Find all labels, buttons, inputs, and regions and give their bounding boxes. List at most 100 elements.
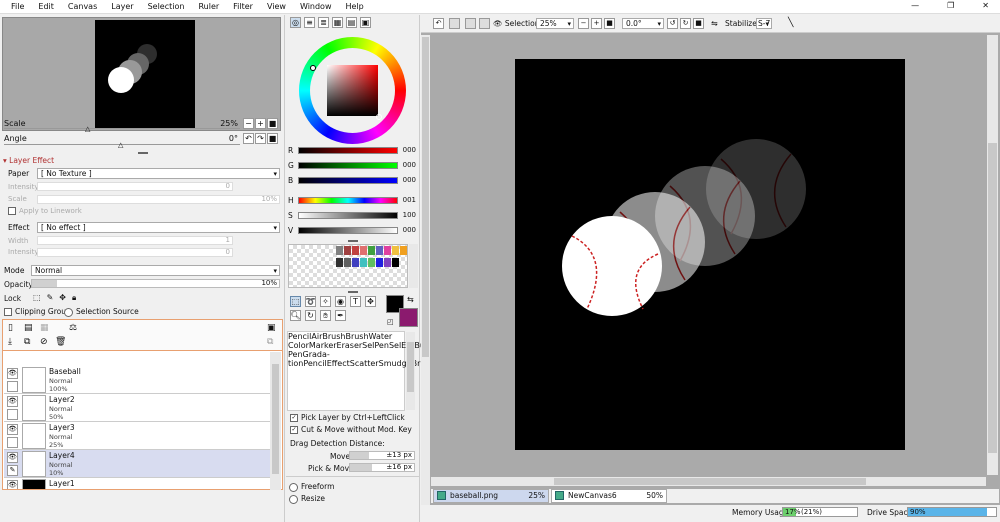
stabilizer-select[interactable]: S-7 bbox=[756, 18, 772, 29]
zoom-out-icon[interactable]: − bbox=[578, 18, 589, 29]
color-swatch[interactable] bbox=[392, 246, 399, 255]
pick-move-slider[interactable]: ±16 px bbox=[349, 463, 415, 472]
width-slider[interactable]: 1 bbox=[37, 236, 233, 245]
layer-row[interactable]: 👁︎ Baseball Normal 100% bbox=[4, 366, 272, 394]
lock-transparency-icon[interactable]: ⬚ bbox=[33, 293, 41, 303]
menu-help[interactable]: Help bbox=[346, 2, 364, 11]
layer-options-icon[interactable]: ⧉ bbox=[267, 337, 273, 347]
layer-list-scrollbar[interactable] bbox=[270, 352, 281, 490]
tool-brush[interactable]: Brush bbox=[345, 332, 368, 341]
color-slider-track[interactable] bbox=[298, 196, 398, 204]
lock-paint-icon[interactable]: ✎ bbox=[47, 293, 54, 303]
layer-lock-toggle[interactable] bbox=[7, 437, 18, 448]
rotate-ccw-icon[interactable]: ↺ bbox=[667, 18, 678, 29]
menu-view[interactable]: View bbox=[267, 2, 286, 11]
layer-row[interactable]: 👁︎ ✎ Layer4 Normal 10% bbox=[4, 450, 272, 478]
hue-ring[interactable] bbox=[299, 37, 406, 144]
freeform-radio[interactable] bbox=[289, 482, 298, 492]
color-slider-track[interactable] bbox=[298, 226, 398, 234]
move-tool-icon[interactable]: ✥ bbox=[365, 296, 376, 307]
color-slider-track[interactable] bbox=[298, 161, 398, 169]
secondary-color-swatch[interactable] bbox=[399, 308, 418, 327]
text-tool-icon[interactable]: T bbox=[350, 296, 361, 307]
layer-row[interactable]: 👁︎ Layer2 Normal 50% bbox=[4, 394, 272, 422]
layer-mask-icon[interactable]: ⚖ bbox=[69, 323, 77, 333]
color-swatch[interactable] bbox=[400, 246, 407, 255]
swatch-tab-icon[interactable]: ▦ bbox=[332, 17, 343, 28]
close-icon[interactable]: ✕ bbox=[982, 1, 989, 10]
color-swatch[interactable] bbox=[352, 246, 359, 255]
color-swatch[interactable] bbox=[352, 257, 359, 267]
layer-lock-toggle[interactable] bbox=[7, 381, 18, 392]
color-slider-g[interactable]: G 000 bbox=[288, 160, 416, 170]
scratchpad-scrollbar[interactable] bbox=[409, 244, 418, 288]
zoom-in-icon[interactable]: + bbox=[591, 18, 602, 29]
cut-move-checkbox[interactable]: ✓ bbox=[290, 426, 298, 434]
apply-linework-option[interactable]: Apply to Linework bbox=[8, 207, 82, 215]
effect-select[interactable]: [ No effect ] bbox=[37, 222, 280, 233]
layer-lock-toggle[interactable] bbox=[7, 409, 18, 420]
clipping-group-checkbox[interactable] bbox=[4, 308, 12, 316]
visibility-eye-icon[interactable]: 👁︎ bbox=[7, 368, 18, 379]
zoom-fit-icon[interactable]: ■ bbox=[604, 18, 615, 29]
minimize-icon[interactable]: — bbox=[911, 1, 919, 10]
eyedropper-icon[interactable]: ✒ bbox=[335, 310, 346, 321]
color-slider-track[interactable] bbox=[298, 176, 398, 184]
lock-move-icon[interactable]: ✥ bbox=[59, 293, 66, 303]
line-tool-icon[interactable]: ╲ bbox=[788, 18, 793, 28]
color-slider-track[interactable] bbox=[298, 146, 398, 154]
color-swatch[interactable] bbox=[368, 246, 375, 255]
color-slider-v[interactable]: V 000 bbox=[288, 225, 416, 235]
pick-layer-checkbox[interactable]: ✓ bbox=[290, 414, 298, 422]
color-swatch[interactable] bbox=[336, 257, 343, 267]
horizontal-scroll-thumb[interactable] bbox=[554, 478, 866, 485]
deselect-icon[interactable] bbox=[465, 18, 476, 29]
color-swatch[interactable] bbox=[360, 246, 367, 255]
angle-select[interactable]: 0.0° bbox=[622, 18, 664, 29]
color-swatch[interactable] bbox=[392, 257, 399, 267]
panel-menu-icon[interactable]: ▣ bbox=[267, 323, 276, 333]
sv-picker-marker[interactable] bbox=[376, 114, 382, 120]
tool-airbrush[interactable]: AirBrush bbox=[311, 332, 345, 341]
freeform-option[interactable]: Freeform bbox=[289, 482, 334, 492]
rotate-reset-button[interactable]: ■ bbox=[267, 132, 278, 144]
layer-row[interactable]: 👁︎ Layer3 Normal 25% bbox=[4, 422, 272, 450]
rotate-right-button[interactable]: ↷ bbox=[255, 132, 266, 144]
blend-mode-select[interactable]: Normal bbox=[31, 265, 280, 276]
layer-list-scroll-thumb[interactable] bbox=[272, 364, 279, 474]
sv-square[interactable] bbox=[327, 65, 378, 116]
rotate-left-button[interactable]: ↶ bbox=[243, 132, 254, 144]
pick-layer-option[interactable]: ✓ Pick Layer by Ctrl+LeftClick bbox=[290, 413, 405, 422]
magic-wand-icon[interactable]: ✧ bbox=[320, 296, 331, 307]
clipping-group-option[interactable]: Clipping Group bbox=[4, 307, 71, 316]
copy-layer-icon[interactable]: ▦ bbox=[40, 323, 49, 333]
intensity2-slider[interactable]: 0 bbox=[37, 248, 233, 257]
opacity-slider[interactable]: 10% bbox=[31, 279, 280, 288]
swap-colors-icon[interactable]: ⇆ bbox=[407, 295, 414, 304]
merge-down-icon[interactable]: ⧉ bbox=[24, 337, 30, 347]
color-swatch[interactable] bbox=[376, 257, 383, 267]
new-layer-icon[interactable]: ▯ bbox=[8, 323, 13, 333]
intensity-slider[interactable]: 0 bbox=[37, 182, 233, 191]
scale-slider[interactable] bbox=[4, 128, 240, 129]
lock-all-icon[interactable]: 🔒︎ bbox=[72, 293, 76, 303]
layer-effect-header[interactable]: ▾ Layer Effect bbox=[3, 156, 54, 165]
tool-eraser[interactable]: Eraser bbox=[337, 341, 363, 350]
transparent-color-icon[interactable]: ◰ bbox=[387, 318, 394, 326]
rect-select-icon[interactable]: ⬚ bbox=[290, 296, 301, 307]
color-swatch[interactable] bbox=[376, 246, 383, 255]
selection-visibility-toggle[interactable]: 👁︎ Selection bbox=[493, 19, 540, 28]
menu-selection[interactable]: Selection bbox=[148, 2, 185, 11]
tool-scatter[interactable]: Scatter bbox=[350, 359, 379, 368]
zoom-select[interactable]: 25% bbox=[536, 18, 574, 29]
vertical-scroll-thumb[interactable] bbox=[988, 143, 997, 453]
undo-icon[interactable]: ↶ bbox=[433, 18, 444, 29]
canvas-sheet[interactable] bbox=[515, 59, 905, 450]
delete-layer-icon[interactable]: 🗑︎ bbox=[55, 337, 66, 347]
resize-option[interactable]: Resize bbox=[289, 494, 325, 504]
rgb-slider-tab-icon[interactable]: ≡ bbox=[304, 17, 315, 28]
color-swatch[interactable] bbox=[344, 246, 351, 255]
zoom-tool-icon[interactable]: 🔍︎ bbox=[290, 310, 301, 321]
rotate-reset-icon[interactable]: ■ bbox=[693, 18, 704, 29]
move-distance-slider[interactable]: ±13 px bbox=[349, 451, 415, 460]
